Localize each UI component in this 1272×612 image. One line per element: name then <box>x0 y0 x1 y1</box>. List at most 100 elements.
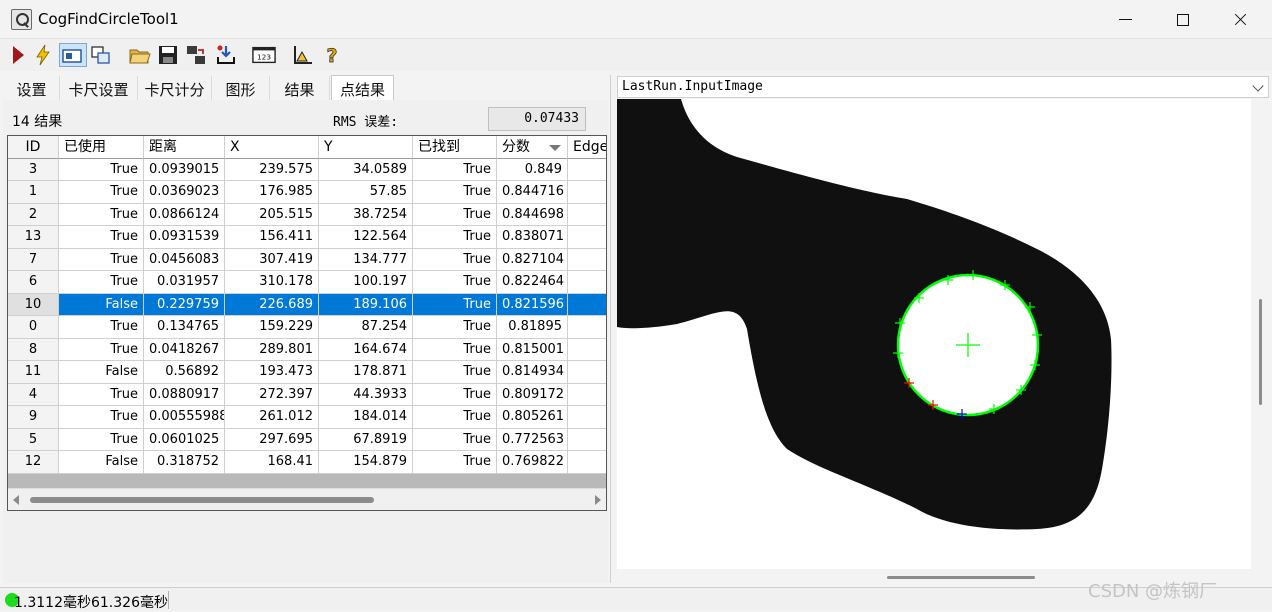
scroll-thumb[interactable] <box>1259 299 1262 405</box>
measure-button[interactable] <box>291 43 315 67</box>
table-row[interactable]: 10 False 0.229759 226.689 189.106 True 0.82159… <box>8 293 606 316</box>
scroll-left-icon[interactable] <box>13 495 19 505</box>
copy-image-button[interactable] <box>89 43 113 67</box>
cell-id[interactable]: 3 <box>8 158 59 181</box>
cell-score[interactable]: 0.827104 <box>497 248 568 271</box>
cell-y[interactable]: 38.7254 <box>319 203 413 226</box>
cell-score[interactable]: 0.821596 <box>497 293 568 316</box>
cell-used[interactable]: False <box>59 293 144 316</box>
cell-used[interactable]: False <box>59 451 144 474</box>
table-row[interactable]: 12 False 0.318752 168.41 154.879 True 0.769822 <box>8 451 606 474</box>
cell-edge[interactable] <box>568 226 606 249</box>
cell-id[interactable]: 0 <box>8 316 59 339</box>
cell-x[interactable]: 307.419 <box>225 248 319 271</box>
cell-edge[interactable] <box>568 249 606 271</box>
col-header-id[interactable]: ID <box>8 136 59 159</box>
cell-x[interactable]: 261.012 <box>225 406 319 429</box>
col-header-distance[interactable]: 距离 <box>144 136 225 159</box>
cell-used[interactable]: True <box>59 181 144 204</box>
cell-score[interactable]: 0.849 <box>497 158 568 181</box>
cell-y[interactable]: 44.3933 <box>319 383 413 406</box>
tab-graphics[interactable]: 图形 <box>212 76 270 100</box>
cell-id[interactable]: 2 <box>8 203 59 226</box>
cell-used[interactable]: True <box>59 406 144 429</box>
cell-x[interactable]: 289.801 <box>225 338 319 361</box>
table-row[interactable]: 11 False 0.56892 193.473 178.871 True 0.814934 <box>8 361 606 384</box>
cell-x[interactable]: 239.575 <box>225 158 319 181</box>
cell-used[interactable]: False <box>59 361 144 384</box>
cell-distance[interactable]: 0.134765 <box>144 316 225 339</box>
table-row[interactable]: 5 True 0.0601025 297.695 67.8919 True 0.772563 <box>8 428 606 451</box>
maximize-button[interactable] <box>1155 0 1211 39</box>
cell-y[interactable]: 122.564 <box>319 226 413 249</box>
cell-x[interactable]: 205.515 <box>225 203 319 226</box>
cell-y[interactable]: 178.871 <box>319 361 413 384</box>
tab-results[interactable]: 结果 <box>270 76 330 100</box>
cell-distance[interactable]: 0.0880917 <box>144 383 225 406</box>
cell-edge[interactable] <box>568 429 606 451</box>
cell-score[interactable]: 0.838071 <box>497 226 568 249</box>
cell-y[interactable]: 189.106 <box>319 293 413 316</box>
cell-used[interactable]: True <box>59 248 144 271</box>
cell-score[interactable]: 0.769822 <box>497 451 568 474</box>
table-row[interactable]: 8 True 0.0418267 289.801 164.674 True 0.815001 <box>8 338 606 361</box>
cell-id[interactable]: 5 <box>8 428 59 451</box>
cell-y[interactable]: 57.85 <box>319 181 413 204</box>
cell-score[interactable]: 0.809172 <box>497 383 568 406</box>
cell-distance[interactable]: 0.0418267 <box>144 338 225 361</box>
table-row[interactable]: 13 True 0.0931539 156.411 122.564 True 0.83807… <box>8 226 606 249</box>
cell-distance[interactable]: 0.56892 <box>144 361 225 384</box>
cell-found[interactable]: True <box>413 293 497 316</box>
scroll-right-icon[interactable] <box>595 495 601 505</box>
cell-x[interactable]: 310.178 <box>225 271 319 294</box>
cell-edge[interactable] <box>568 316 606 339</box>
image-vertical-scrollbar[interactable] <box>1251 99 1269 569</box>
cell-found[interactable]: True <box>413 316 497 339</box>
cell-used[interactable]: True <box>59 338 144 361</box>
cell-distance[interactable]: 0.0456083 <box>144 248 225 271</box>
table-row[interactable]: 6 True 0.031957 310.178 100.197 True 0.822464 <box>8 271 606 294</box>
cell-used[interactable]: True <box>59 203 144 226</box>
cell-x[interactable]: 159.229 <box>225 316 319 339</box>
cell-id[interactable]: 4 <box>8 383 59 406</box>
cell-score[interactable]: 0.81895 <box>497 316 568 339</box>
tab-settings[interactable]: 设置 <box>4 76 60 100</box>
table-row[interactable]: 9 True 0.00555988 261.012 184.014 True 0.80526… <box>8 406 606 429</box>
help-button[interactable]: ? <box>320 43 344 67</box>
table-row[interactable]: 2 True 0.0866124 205.515 38.7254 True 0.844698 <box>8 203 606 226</box>
cell-distance[interactable]: 0.229759 <box>144 293 225 316</box>
cell-edge[interactable] <box>568 384 606 406</box>
cell-distance[interactable]: 0.031957 <box>144 271 225 294</box>
cell-distance[interactable]: 0.0866124 <box>144 203 225 226</box>
panel-divider[interactable] <box>610 75 611 583</box>
cell-found[interactable]: True <box>413 248 497 271</box>
electric-run-button[interactable] <box>31 43 55 67</box>
cell-y[interactable]: 87.254 <box>319 316 413 339</box>
cell-found[interactable]: True <box>413 271 497 294</box>
table-row[interactable]: 4 True 0.0880917 272.397 44.3933 True 0.809172 <box>8 383 606 406</box>
cell-edge[interactable] <box>568 204 606 226</box>
cell-id[interactable]: 7 <box>8 248 59 271</box>
cell-score[interactable]: 0.844716 <box>497 181 568 204</box>
cell-y[interactable]: 184.014 <box>319 406 413 429</box>
cell-found[interactable]: True <box>413 158 497 181</box>
cell-found[interactable]: True <box>413 361 497 384</box>
cell-edge[interactable] <box>568 451 606 474</box>
cell-x[interactable]: 156.411 <box>225 226 319 249</box>
cell-x[interactable]: 176.985 <box>225 181 319 204</box>
cell-score[interactable]: 0.805261 <box>497 406 568 429</box>
cell-distance[interactable]: 0.00555988 <box>144 406 225 429</box>
cell-id[interactable]: 13 <box>8 226 59 249</box>
col-header-found[interactable]: 已找到 <box>413 136 497 159</box>
cell-id[interactable]: 8 <box>8 338 59 361</box>
cell-edge[interactable] <box>568 361 606 384</box>
col-header-score[interactable]: 分数 <box>497 136 568 159</box>
table-row[interactable]: 1 True 0.0369023 176.985 57.85 True 0.844716 <box>8 181 606 204</box>
cell-x[interactable]: 272.397 <box>225 383 319 406</box>
cell-id[interactable]: 9 <box>8 406 59 429</box>
close-button[interactable] <box>1212 0 1268 39</box>
cell-used[interactable]: True <box>59 226 144 249</box>
cell-distance[interactable]: 0.318752 <box>144 451 225 474</box>
cell-x[interactable]: 193.473 <box>225 361 319 384</box>
cell-id[interactable]: 12 <box>8 451 59 474</box>
